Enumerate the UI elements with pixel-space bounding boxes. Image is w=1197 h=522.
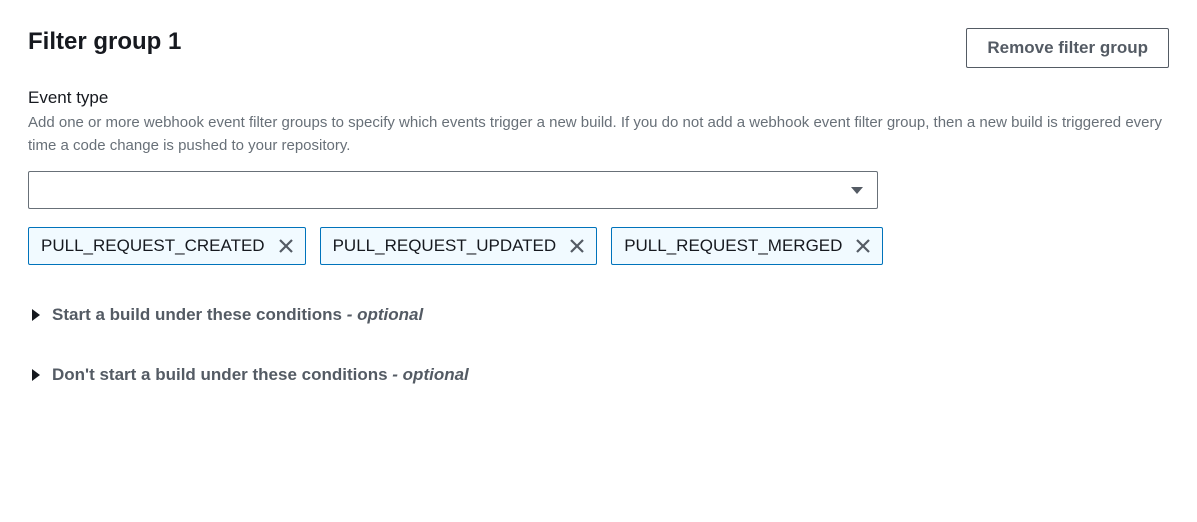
- event-chip-label: PULL_REQUEST_UPDATED: [333, 236, 557, 256]
- start-build-label: Start a build under these conditions - o…: [52, 305, 423, 325]
- event-chip-label: PULL_REQUEST_MERGED: [624, 236, 842, 256]
- event-type-dropdown[interactable]: [28, 171, 878, 209]
- dont-start-build-expander[interactable]: Don't start a build under these conditio…: [28, 365, 1169, 385]
- event-chip: PULL_REQUEST_UPDATED: [320, 227, 598, 265]
- event-chip-label: PULL_REQUEST_CREATED: [41, 236, 265, 256]
- start-build-expander[interactable]: Start a build under these conditions - o…: [28, 305, 1169, 325]
- event-chip: PULL_REQUEST_MERGED: [611, 227, 883, 265]
- remove-chip-icon[interactable]: [570, 239, 584, 253]
- dont-start-build-label: Don't start a build under these conditio…: [52, 365, 469, 385]
- remove-chip-icon[interactable]: [279, 239, 293, 253]
- caret-down-icon: [851, 187, 863, 194]
- remove-filter-group-button[interactable]: Remove filter group: [966, 28, 1169, 68]
- remove-chip-icon[interactable]: [856, 239, 870, 253]
- triangle-right-icon: [32, 369, 40, 381]
- event-type-description: Add one or more webhook event filter gro…: [28, 112, 1169, 157]
- triangle-right-icon: [32, 309, 40, 321]
- event-type-label: Event type: [28, 88, 1169, 108]
- filter-group-title: Filter group 1: [28, 28, 181, 57]
- event-chip: PULL_REQUEST_CREATED: [28, 227, 306, 265]
- event-type-chips: PULL_REQUEST_CREATED PULL_REQUEST_UPDATE…: [28, 227, 928, 265]
